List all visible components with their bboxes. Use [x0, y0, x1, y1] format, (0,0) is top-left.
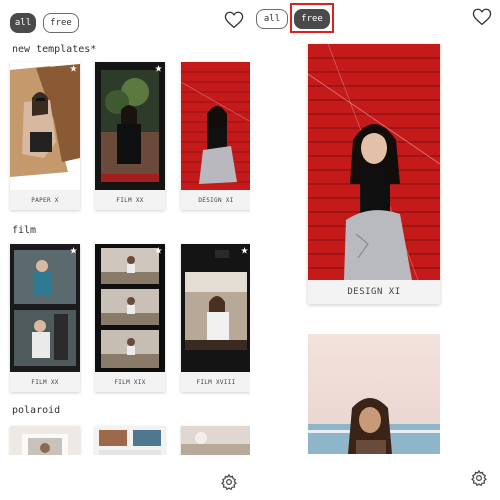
template-card-design-xi[interactable]: DESIGN XI	[181, 62, 250, 210]
design-xi-thumbnail	[181, 62, 250, 190]
highlight-annotation-box	[290, 3, 334, 33]
filter-all-chip[interactable]: all	[256, 9, 288, 29]
template-card-design-xi[interactable]: DESIGN XI	[308, 44, 440, 304]
template-card-film-xx-2[interactable]: FILM XX	[10, 244, 80, 392]
star-icon	[241, 247, 248, 254]
film-xx-thumbnail	[95, 62, 165, 190]
right-screen: all free DESIGN XI	[250, 0, 500, 500]
card-label: FILM XIX	[114, 378, 146, 386]
star-icon	[70, 247, 77, 254]
paper-x-thumbnail	[10, 62, 80, 190]
section-title-film: film	[12, 225, 37, 236]
card-label: DESIGN XI	[198, 196, 234, 204]
section-title-new-templates: new templates*	[12, 44, 97, 55]
star-icon	[155, 247, 162, 254]
card-label: FILM XX	[116, 196, 144, 204]
filter-all-label: all	[263, 14, 281, 24]
star-icon	[70, 65, 77, 72]
card-label: PAPER X	[31, 196, 59, 204]
film-xix-thumbnail	[95, 244, 165, 372]
card-label: DESIGN XI	[347, 287, 401, 297]
filter-all-label: all	[14, 18, 32, 28]
template-card-film-xviii[interactable]: FILM XVIII	[181, 244, 250, 392]
beach-thumbnail	[308, 334, 440, 454]
card-label: FILM XVIII	[196, 378, 236, 386]
filter-all-chip[interactable]: all	[10, 13, 36, 33]
filter-free-chip[interactable]: free	[43, 13, 79, 33]
film-xviii-thumbnail	[181, 244, 250, 372]
gear-icon[interactable]	[470, 469, 488, 487]
template-card-film-xix[interactable]: FILM XIX	[95, 244, 165, 392]
card-label: FILM XX	[31, 378, 59, 386]
left-screen: all free new templates* PAPER X FILM XX …	[0, 0, 250, 500]
section-title-polaroid: polaroid	[12, 405, 61, 416]
heart-icon[interactable]	[472, 8, 492, 26]
gear-icon[interactable]	[220, 473, 238, 491]
heart-icon[interactable]	[224, 11, 244, 29]
film-xx-2-thumbnail	[10, 244, 80, 372]
template-card-beach[interactable]	[308, 334, 440, 454]
template-card-film-xx[interactable]: FILM XX	[95, 62, 165, 210]
template-card-paper-x[interactable]: PAPER X	[10, 62, 80, 210]
star-icon	[155, 65, 162, 72]
filter-free-label: free	[50, 18, 72, 28]
design-xi-thumbnail	[308, 44, 440, 280]
bottom-bar	[0, 455, 250, 500]
